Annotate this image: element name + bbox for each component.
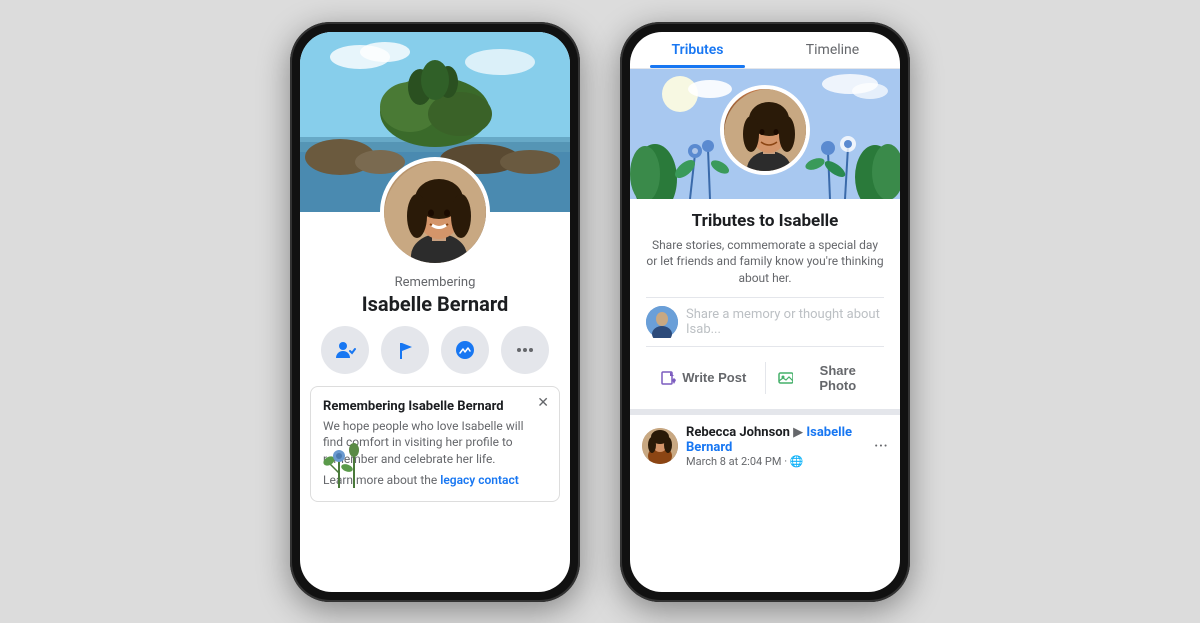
tribute-description: Share stories, commemorate a special day… — [646, 237, 884, 287]
tab-bar: Tributes Timeline — [630, 32, 900, 69]
share-photo-button[interactable]: Share Photo — [770, 355, 885, 401]
profile-avatar — [380, 157, 490, 267]
share-btn-divider — [765, 362, 766, 394]
notification-card: Remembering Isabelle Bernard We hope peo… — [310, 386, 560, 502]
share-actions: Write Post Share Photo — [646, 355, 884, 401]
tribute-section: Tributes to Isabelle Share stories, comm… — [630, 199, 900, 409]
profile-name: Isabelle Bernard — [316, 292, 554, 316]
legacy-contact-link[interactable]: legacy contact — [440, 473, 519, 487]
profile-avatar-container — [300, 157, 570, 267]
tribute-header — [630, 69, 900, 199]
friends-button[interactable] — [321, 326, 369, 374]
share-input-row: Share a memory or thought about Isab... — [646, 297, 884, 347]
post-meta: Rebecca Johnson ▶ Isabelle Bernard March… — [686, 425, 866, 468]
post-author: Rebecca Johnson ▶ Isabelle Bernard — [686, 425, 866, 455]
post-header: Rebecca Johnson ▶ Isabelle Bernard March… — [642, 425, 888, 468]
more-button[interactable] — [501, 326, 549, 374]
remembering-label: Remembering — [316, 275, 554, 290]
action-buttons — [300, 326, 570, 382]
post-avatar — [642, 428, 678, 464]
scene: Remembering Isabelle Bernard — [0, 0, 1200, 623]
left-phone: Remembering Isabelle Bernard — [290, 22, 580, 602]
profile-info: Remembering Isabelle Bernard — [300, 267, 570, 326]
left-phone-screen: Remembering Isabelle Bernard — [300, 32, 570, 592]
tab-timeline[interactable]: Timeline — [765, 32, 900, 68]
post-more-button[interactable]: ··· — [874, 436, 888, 457]
flag-button[interactable] — [381, 326, 429, 374]
messenger-button[interactable] — [441, 326, 489, 374]
post-time: March 8 at 2:04 PM · 🌐 — [686, 455, 866, 468]
tribute-avatar — [720, 85, 810, 175]
right-phone: Tributes Timeline — [620, 22, 910, 602]
share-placeholder[interactable]: Share a memory or thought about Isab... — [686, 307, 884, 337]
post-item: Rebecca Johnson ▶ Isabelle Bernard March… — [630, 415, 900, 484]
tab-tributes[interactable]: Tributes — [630, 32, 765, 68]
write-post-button[interactable]: Write Post — [646, 355, 761, 401]
notification-close-button[interactable]: ✕ — [537, 395, 549, 411]
share-user-avatar — [646, 306, 678, 338]
notification-title: Remembering Isabelle Bernard — [323, 399, 527, 414]
right-phone-screen: Tributes Timeline — [630, 32, 900, 592]
tribute-title: Tributes to Isabelle — [646, 211, 884, 231]
post-feed: Rebecca Johnson ▶ Isabelle Bernard March… — [630, 409, 900, 592]
